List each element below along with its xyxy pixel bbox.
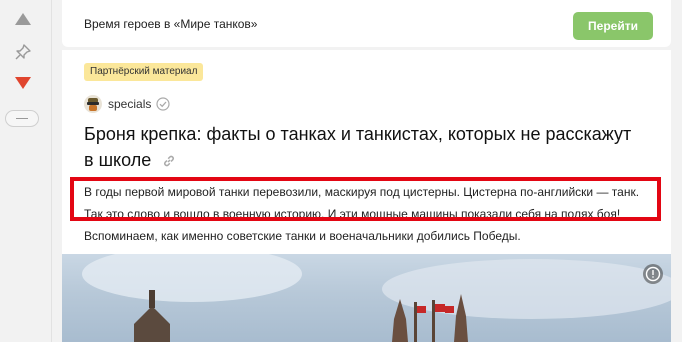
go-button[interactable]: Перейти [573, 12, 653, 40]
vote-controls [0, 0, 44, 100]
pin-icon[interactable] [15, 44, 31, 60]
collapse-toggle[interactable] [5, 110, 39, 127]
avatar[interactable] [84, 95, 102, 113]
promo-bar: Время героев в «Мире танков» Перейти [62, 0, 671, 47]
photo-illustration [82, 254, 671, 342]
partner-badge: Партнёрский материал [84, 63, 204, 81]
promo-text[interactable]: Время героев в «Мире танков» [84, 17, 257, 31]
article-image[interactable] [62, 254, 671, 342]
vote-rail [0, 0, 44, 342]
rail-divider [51, 0, 52, 342]
author-block[interactable]: specials [84, 94, 170, 114]
link-icon[interactable] [162, 154, 176, 168]
upvote-arrow-icon[interactable] [15, 13, 31, 26]
info-button[interactable] [643, 264, 663, 284]
article-title[interactable]: Броня крепка: факты о танках и танкистах… [84, 121, 644, 173]
author-name[interactable]: specials [108, 97, 151, 111]
info-icon [645, 266, 661, 282]
highlight-box [70, 177, 661, 221]
downvote-arrow-icon[interactable] [15, 77, 31, 90]
article-card: Партнёрский материал specials Броня креп… [62, 50, 671, 342]
verified-check-icon [156, 97, 170, 111]
